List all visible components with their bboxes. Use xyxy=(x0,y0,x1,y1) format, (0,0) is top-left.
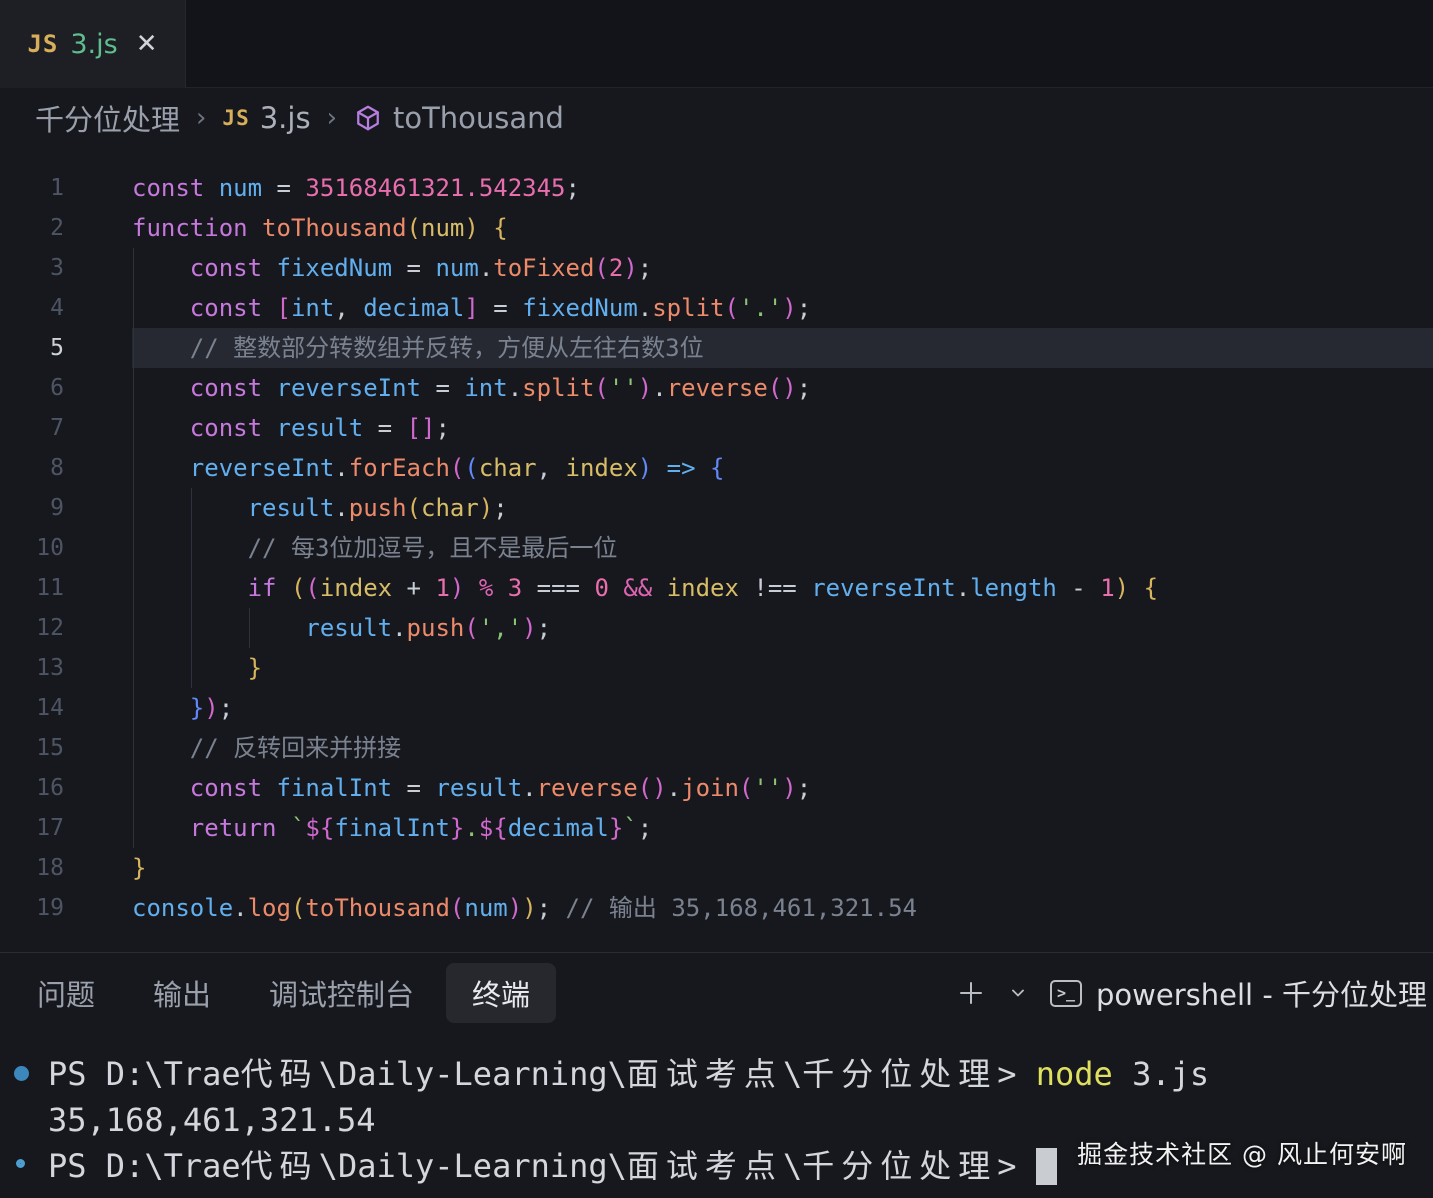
panel-tab-3[interactable]: 调试控制台 xyxy=(267,963,416,1023)
line-number: 4 xyxy=(50,295,64,321)
code-line[interactable]: 15 // 反转回来并拼接 xyxy=(0,728,1433,768)
panel-tab-4[interactable]: 终端 xyxy=(446,963,557,1023)
tab-filename: 3.js xyxy=(70,28,118,60)
code-line[interactable]: 17 return `${finalInt}.${decimal}`; xyxy=(0,808,1433,848)
line-number: 15 xyxy=(36,735,64,761)
line-number: 17 xyxy=(36,815,64,841)
new-terminal-button[interactable] xyxy=(956,978,986,1008)
panel-header: 问题 输出 调试控制台 终端 >_ powershell - 千分位处理 xyxy=(0,953,1433,1033)
code-line[interactable]: 11 if ((index + 1) % 3 === 0 && index !=… xyxy=(0,568,1433,608)
breadcrumb-symbol[interactable]: toThousand xyxy=(393,101,564,135)
code-line-content[interactable]: const num = 35168461321.542345; xyxy=(132,168,1433,208)
code-editor[interactable]: 1 const num = 35168461321.542345; 2 functio… xyxy=(0,148,1433,952)
line-number: 5 xyxy=(50,335,64,361)
tab-bar: JS 3.js ✕ xyxy=(0,0,1433,88)
terminal-output[interactable]: PS D:\Trae代码\Daily-Learning\面试考点\千分位处理> … xyxy=(14,1033,1433,1198)
terminal-cursor xyxy=(1035,1147,1057,1185)
code-line-content[interactable]: result.push(','); xyxy=(132,608,1433,648)
code-line-content[interactable]: reverseInt.forEach((char, index) => { xyxy=(132,448,1433,488)
tab-3js[interactable]: JS 3.js ✕ xyxy=(0,0,186,88)
command-decoration-icon xyxy=(14,1066,29,1081)
code-line-content[interactable]: console.log(toThousand(num)); // 输出 35,1… xyxy=(132,888,1433,928)
line-number: 13 xyxy=(36,655,64,681)
line-number: 11 xyxy=(36,575,64,601)
code-line[interactable]: 3 const fixedNum = num.toFixed(2); xyxy=(0,248,1433,288)
line-number: 1 xyxy=(50,175,64,201)
code-line[interactable]: 5 // 整数部分转数组并反转，方便从左往右数3位 xyxy=(0,328,1433,368)
terminal-session-label[interactable]: powershell - 千分位处理 xyxy=(1096,972,1427,1014)
code-line[interactable]: 18} xyxy=(0,848,1433,888)
line-number: 12 xyxy=(36,615,64,641)
code-line[interactable]: 8 reverseInt.forEach((char, index) => { xyxy=(0,448,1433,488)
code-line[interactable]: 6 const reverseInt = int.split('').rever… xyxy=(0,368,1433,408)
code-line-content[interactable]: const [int, decimal] = fixedNum.split('.… xyxy=(132,288,1433,328)
editor-window: JS 3.js ✕ 千分位处理 › JS 3.js › toThousand 1… xyxy=(0,0,1433,1198)
indent-guide xyxy=(249,608,250,648)
code-line[interactable]: 2 function toThousand(num) { xyxy=(0,208,1433,248)
chevron-right-icon: › xyxy=(196,103,207,133)
code-line-content[interactable]: // 每3位加逗号，且不是最后一位 xyxy=(132,528,1433,568)
code-line[interactable]: 4 const [int, decimal] = fixedNum.split(… xyxy=(0,288,1433,328)
line-number: 7 xyxy=(50,415,64,441)
code-line[interactable]: 12 result.push(','); xyxy=(0,608,1433,648)
panel-tab-1[interactable]: 问题 xyxy=(35,963,97,1023)
code-line[interactable]: 1 const num = 35168461321.542345; xyxy=(0,168,1433,208)
code-line-content[interactable]: // 反转回来并拼接 xyxy=(132,728,1433,768)
line-number: 14 xyxy=(36,695,64,721)
code-line-content[interactable]: result.push(char); xyxy=(132,488,1433,528)
code-line-content[interactable]: } xyxy=(132,848,1433,888)
line-number: 2 xyxy=(50,215,64,241)
line-number: 3 xyxy=(50,255,64,281)
code-line[interactable]: 13 } xyxy=(0,648,1433,688)
code-line[interactable]: 16 const finalInt = result.reverse().joi… xyxy=(0,768,1433,808)
symbol-function-icon xyxy=(357,105,379,131)
breadcrumb-file[interactable]: 3.js xyxy=(260,101,311,135)
indent-guide xyxy=(191,488,192,688)
code-line[interactable]: 7 const result = []; xyxy=(0,408,1433,448)
tab-strip-empty xyxy=(186,0,1433,88)
chevron-down-icon[interactable] xyxy=(1008,983,1028,1003)
line-number: 6 xyxy=(50,375,64,401)
code-line-content[interactable]: // 整数部分转数组并反转，方便从左往右数3位 xyxy=(132,328,1433,368)
code-line[interactable]: 19 console.log(toThousand(num)); // 输出 35… xyxy=(0,888,1433,928)
panel-actions: >_ powershell - 千分位处理 xyxy=(956,972,1433,1014)
line-number: 16 xyxy=(36,775,64,801)
terminal-icon: >_ xyxy=(1050,979,1083,1007)
js-file-icon: JS xyxy=(222,106,250,130)
watermark: 掘金技术社区 @ 风止何安啊 xyxy=(1077,1140,1407,1169)
chevron-right-icon: › xyxy=(326,103,337,133)
code-line[interactable]: 9 result.push(char); xyxy=(0,488,1433,528)
line-number: 10 xyxy=(36,535,64,561)
line-number: 19 xyxy=(36,895,64,921)
code-line[interactable]: 14 }); xyxy=(0,688,1433,728)
command-decoration-icon xyxy=(16,1159,25,1168)
line-number: 9 xyxy=(50,495,64,521)
code-line-content[interactable]: return `${finalInt}.${decimal}`; xyxy=(132,808,1433,848)
code-line-content[interactable]: const reverseInt = int.split('').reverse… xyxy=(132,368,1433,408)
code-line-content[interactable]: }); xyxy=(132,688,1433,728)
breadcrumb: 千分位处理 › JS 3.js › toThousand xyxy=(0,88,1433,148)
code-line-content[interactable]: const fixedNum = num.toFixed(2); xyxy=(132,248,1433,288)
breadcrumb-folder[interactable]: 千分位处理 xyxy=(35,97,180,139)
panel-tab-2[interactable]: 输出 xyxy=(151,963,213,1023)
line-number: 18 xyxy=(36,855,64,881)
js-file-icon: JS xyxy=(27,30,59,58)
code-line-content[interactable]: const finalInt = result.reverse().join('… xyxy=(132,768,1433,808)
line-number: 8 xyxy=(50,455,64,481)
indent-guide xyxy=(133,248,134,848)
code-line-content[interactable]: if ((index + 1) % 3 === 0 && index !== r… xyxy=(132,568,1433,608)
code-line-content[interactable]: const result = []; xyxy=(132,408,1433,448)
close-icon[interactable]: ✕ xyxy=(136,29,158,59)
code-line-content[interactable]: function toThousand(num) { xyxy=(132,208,1433,248)
code-line-content[interactable]: } xyxy=(132,648,1433,688)
terminal-line: PS D:\Trae代码\Daily-Learning\面试考点\千分位处理> … xyxy=(14,1051,1433,1097)
code-line[interactable]: 10 // 每3位加逗号，且不是最后一位 xyxy=(0,528,1433,568)
